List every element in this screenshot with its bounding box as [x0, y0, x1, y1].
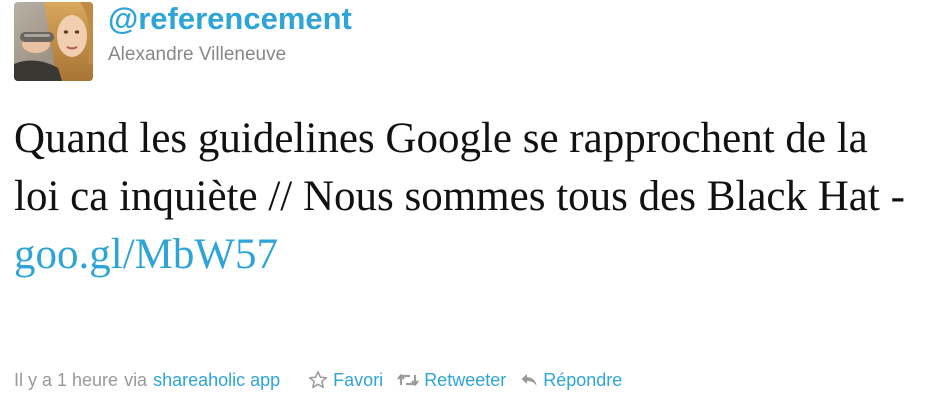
tweet-text: Quand les guidelines Google se rapproche…	[14, 110, 914, 284]
reply-button[interactable]: Répondre	[520, 369, 622, 391]
tweet-body-text: Quand les guidelines Google se rapproche…	[14, 115, 905, 220]
retweet-label: Retweeter	[424, 370, 507, 390]
screen-name-link[interactable]: @referencement	[108, 2, 352, 36]
reply-icon	[521, 374, 537, 386]
retweet-icon	[397, 373, 420, 387]
timestamp-link[interactable]: Il y a 1 heure	[14, 369, 118, 391]
user-avatar-icon	[14, 2, 93, 81]
tweet-meta: Il y a 1 heure via shareaholic app Favor…	[14, 368, 622, 392]
star-icon	[309, 371, 328, 389]
favorite-label: Favori	[333, 370, 384, 390]
reply-label: Répondre	[543, 370, 623, 390]
via-label: via	[124, 370, 148, 390]
favorite-button[interactable]: Favori	[308, 369, 383, 391]
tweet-short-link[interactable]: goo.gl/MbW57	[14, 231, 278, 278]
full-name: Alexandre Villeneuve	[108, 44, 287, 65]
source-link[interactable]: shareaholic app	[153, 369, 280, 391]
tweet-card: @referencement Alexandre Villeneuve Quan…	[0, 0, 947, 411]
retweet-button[interactable]: Retweeter	[397, 369, 506, 391]
avatar[interactable]	[14, 2, 93, 81]
